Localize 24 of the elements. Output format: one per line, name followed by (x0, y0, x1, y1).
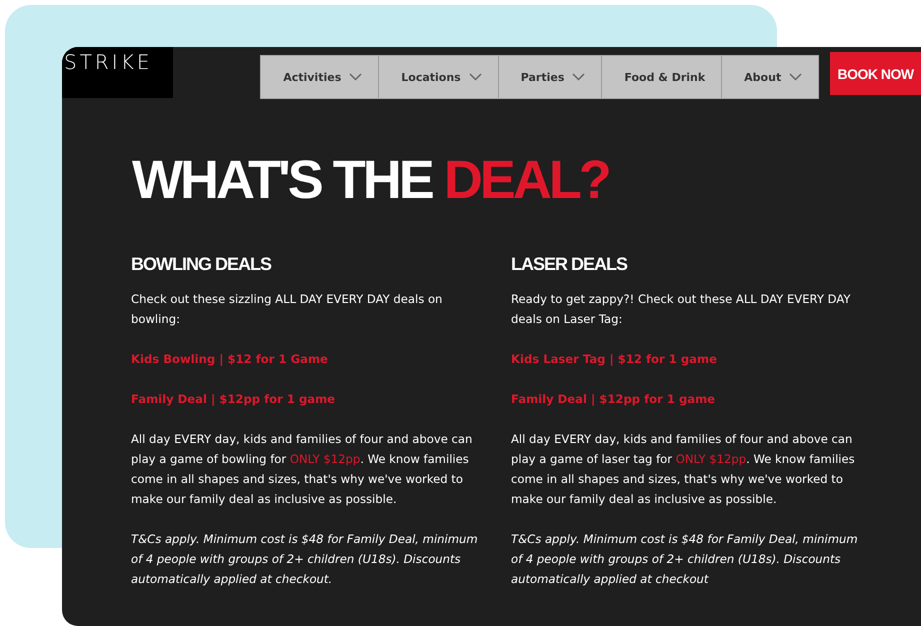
intro-text: Check out these sizzling ALL DAY EVERY DAY deals on bowling: (131, 291, 444, 328)
nav-item[interactable]: About (722, 56, 818, 98)
deal-text: Family Deal | $12pp for 1 game (131, 391, 336, 408)
deal-text: Family Deal | $12pp for 1 game (511, 391, 716, 408)
nav-item[interactable]: Activities (261, 56, 380, 98)
logo[interactable]: STRIKE (62, 47, 174, 98)
nav-item[interactable]: Locations (379, 56, 499, 98)
nav-item[interactable]: Food & Drink (602, 56, 722, 98)
deal-text: Kids Laser Tag | $12 for 1 game (511, 351, 718, 368)
nav-item[interactable]: Parties (498, 56, 602, 98)
terms-text: T&Cs apply. Minimum cost is $48 for Family Deal, minimum of 4 people with groups of 2+ children (U18s). Discounts automatically applied at checkout. (131, 531, 479, 588)
chevron-down-icon (789, 73, 802, 81)
chevron-down-icon (572, 73, 586, 81)
deal-text: Kids Bowling | $12 for 1 Game (131, 351, 329, 368)
section-title: BOWLING DEALS (131, 253, 272, 275)
intro-text: Ready to get zappy?! Check out these ALL DAY EVERY DAY deals on Laser Tag: (511, 291, 852, 328)
chevron-down-icon (349, 73, 362, 81)
chevron-down-icon (468, 73, 482, 81)
section-title: LASER DEALS (511, 253, 628, 275)
book-now-button[interactable]: BOOK NOW (830, 52, 921, 95)
terms-text: T&Cs apply. Minimum cost is $48 for Family Deal, minimum of 4 people with groups of 2+ children (U18s). Discounts automatically applied at checkout (511, 531, 859, 588)
deal-description: All day EVERY day, kids and families of four and above can play a game of bowling for ONLY $12pp. We know families come in all shapes and sizes, that's why we've worked to make our family deal as inclusive as possible. (131, 431, 474, 508)
page-heading: WHAT'S THE DEAL? (132, 149, 610, 212)
deal-description: All day EVERY day, kids and families of four and above can play a game of laser tag for ONLY $12pp. We know families come in all shapes and sizes, that's why we've worked to make our family deal as inclusive as possible. (511, 431, 856, 508)
